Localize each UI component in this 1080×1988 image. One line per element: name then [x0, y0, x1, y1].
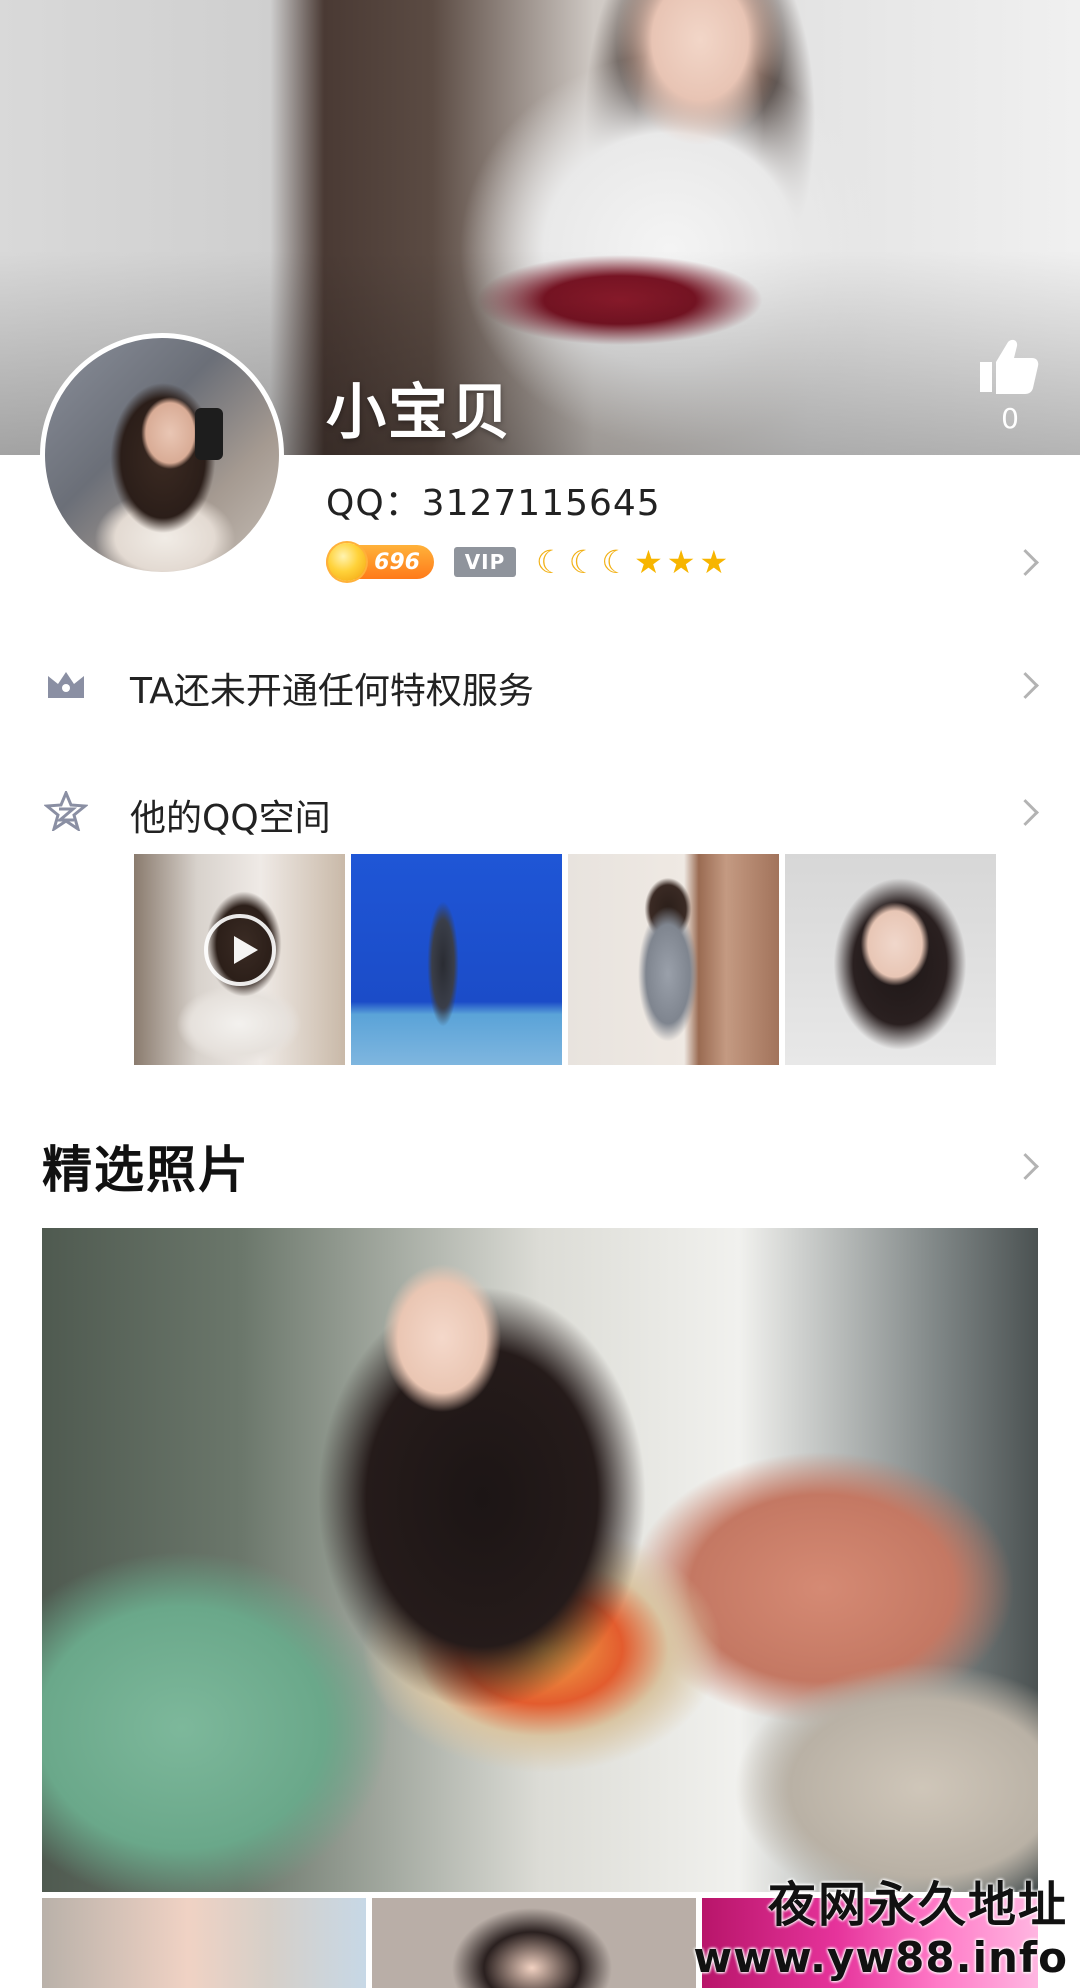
qzone-photo-thumbnail[interactable]	[785, 854, 996, 1065]
qzone-thumbnails	[134, 854, 996, 1065]
coin-icon	[328, 543, 366, 581]
moon-icon: ☾	[568, 543, 598, 581]
crown-icon	[48, 672, 84, 698]
watermark-line2: www.yw88.info	[693, 1933, 1068, 1982]
profile-page: 0 小宝贝 QQ：3127115645 696 VIP ☾ ☾ ☾ ★ ★ ★ …	[0, 0, 1080, 1988]
watermark-line1: 夜网永久地址	[767, 1877, 1068, 1933]
qzone-row[interactable]: 他的QQ空间	[0, 771, 1080, 851]
qzone-photo-thumbnail[interactable]	[351, 854, 562, 1065]
level-number: 696	[374, 549, 420, 575]
watermark: 夜网永久地址 www.yw88.info	[693, 1876, 1068, 1982]
chevron-right-icon	[1012, 672, 1039, 699]
star-icon: ★	[666, 543, 696, 581]
qzone-photo-thumbnail[interactable]	[568, 854, 779, 1065]
avatar[interactable]	[40, 333, 284, 577]
privilege-row[interactable]: TA还未开通任何特权服务	[0, 644, 1080, 724]
like-count: 0	[1001, 402, 1019, 435]
avatar-phone-shape	[195, 408, 223, 460]
qq-number: QQ：3127115645	[326, 483, 661, 524]
featured-photo-thumbnail[interactable]	[372, 1898, 696, 1988]
thumbs-up-icon[interactable]	[976, 336, 1040, 396]
moon-icon: ☾	[601, 543, 631, 581]
badge-row[interactable]: 696 VIP ☾ ☾ ☾ ★ ★ ★	[326, 542, 728, 582]
star-icon: ★	[634, 543, 663, 581]
featured-photo[interactable]	[42, 1228, 1038, 1892]
qq-level-icons: ☾ ☾ ☾ ★ ★ ★	[536, 546, 728, 578]
featured-photos-title: 精选照片	[42, 1141, 250, 1199]
vip-badge: VIP	[454, 547, 516, 577]
qzone-star-icon	[44, 791, 88, 831]
profile-name: 小宝贝	[326, 378, 512, 448]
chevron-right-icon	[1012, 799, 1039, 826]
level-badge: 696	[326, 543, 434, 581]
qzone-label: 他的QQ空间	[130, 798, 331, 839]
qzone-video-thumbnail[interactable]	[134, 854, 345, 1065]
featured-photo-thumbnail[interactable]	[42, 1898, 366, 1988]
privilege-label: TA还未开通任何特权服务	[130, 671, 534, 712]
star-icon: ★	[699, 543, 729, 581]
play-icon	[204, 914, 276, 986]
moon-icon: ☾	[536, 543, 565, 581]
